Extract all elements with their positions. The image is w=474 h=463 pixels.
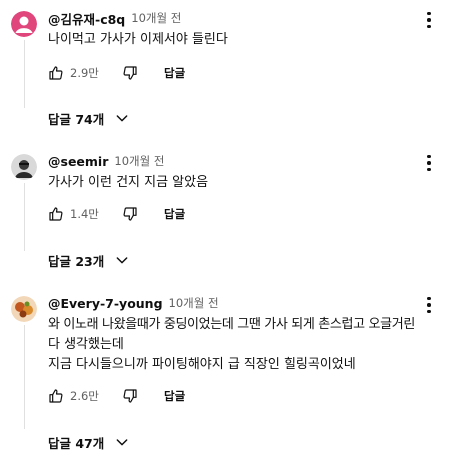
thumbs-down-icon[interactable] — [118, 202, 142, 226]
reply-button[interactable]: 답글 — [164, 206, 185, 222]
chevron-down-icon — [116, 115, 128, 122]
view-replies-button[interactable]: 답글 74개 — [48, 107, 130, 129]
comment-actions: 2.9만 답글 — [44, 61, 185, 85]
comment-text-line: 가사가 이런 건지 지금 알았음 — [48, 175, 209, 190]
thumbs-up-icon[interactable] — [44, 202, 68, 226]
comment-text: 나이먹고 가사가 이제서야 들린다 — [48, 30, 453, 50]
more-actions-icon[interactable] — [419, 153, 439, 173]
comment-author[interactable]: @김유재-c8q — [48, 9, 125, 28]
comment-time[interactable]: 10개월 전 — [131, 10, 181, 26]
thread-line — [24, 40, 25, 108]
comment-time[interactable]: 10개월 전 — [169, 295, 219, 311]
comment-author[interactable]: @Every-7-young — [48, 296, 163, 311]
comment-text-line: 지금 다시들으니까 파이팅해야지 급 직장인 힐링곡이었네 — [48, 357, 356, 372]
more-actions-icon[interactable] — [419, 295, 439, 315]
avatar[interactable] — [11, 296, 37, 322]
like-count: 1.4만 — [70, 207, 99, 221]
reply-button[interactable]: 답글 — [164, 388, 185, 404]
chevron-down-icon — [116, 439, 128, 446]
replies-count-label: 답글 74개 — [48, 111, 105, 127]
view-replies-button[interactable]: 답글 47개 — [48, 431, 130, 453]
replies-count-label: 답글 23개 — [48, 253, 105, 269]
avatar[interactable] — [11, 11, 37, 37]
view-replies-button[interactable]: 답글 23개 — [48, 249, 130, 271]
thumbs-up-icon[interactable] — [44, 384, 68, 408]
comment-text-line: 나이먹고 가사가 이제서야 들린다 — [48, 32, 228, 47]
comment-actions: 2.6만 답글 — [44, 384, 185, 408]
thumbs-down-icon[interactable] — [118, 61, 142, 85]
avatar[interactable] — [11, 154, 37, 180]
comment-text: 가사가 이런 건지 지금 알았음 — [48, 173, 453, 193]
more-actions-icon[interactable] — [419, 10, 439, 30]
chevron-down-icon — [116, 257, 128, 264]
comment-text: 와 이노래 나왔을때가 중딩이었는데 그땐 가사 되게 촌스럽고 오글거린 다 … — [48, 315, 453, 375]
thread-line — [24, 325, 25, 429]
thread-line — [24, 183, 25, 251]
replies-count-label: 답글 47개 — [48, 435, 105, 451]
thumbs-down-icon[interactable] — [118, 384, 142, 408]
comment-time[interactable]: 10개월 전 — [114, 153, 164, 169]
thumbs-up-icon[interactable] — [44, 61, 68, 85]
comment-author[interactable]: @seemir — [48, 154, 108, 169]
comment-actions: 1.4만 답글 — [44, 202, 185, 226]
reply-button[interactable]: 답글 — [164, 65, 185, 81]
like-count: 2.9만 — [70, 66, 99, 80]
comment-text-line: 와 이노래 나왔을때가 중딩이었는데 그땐 가사 되게 촌스럽고 오글거린 — [48, 317, 415, 332]
like-count: 2.6만 — [70, 389, 99, 403]
comment-text-line: 다 생각했는데 — [48, 337, 124, 352]
